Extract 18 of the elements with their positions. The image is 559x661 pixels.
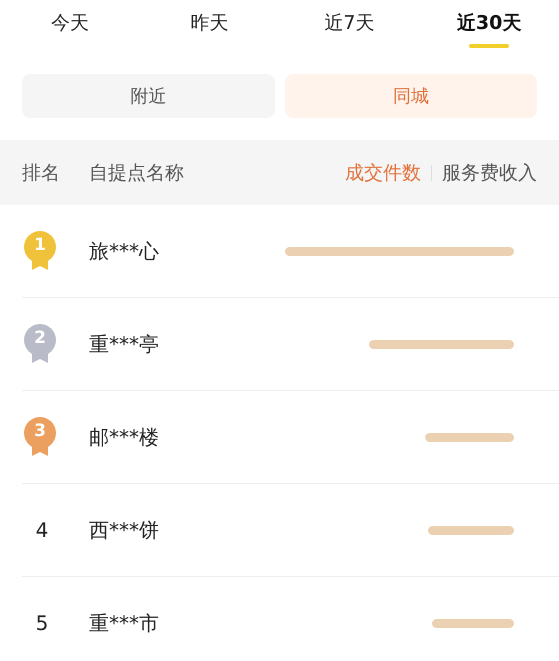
pickup-point-name: 西***饼 (89, 516, 160, 544)
period-tab[interactable]: 今天 (0, 0, 140, 60)
rank-number: 5 (34, 611, 50, 635)
column-header: 自提点名称 (89, 160, 185, 186)
period-tab[interactable]: 近7天 (280, 0, 420, 60)
pickup-point-name: 邮***楼 (89, 424, 160, 450)
column-header: 排名 (22, 160, 61, 186)
pickup-point-name: 重***市 (89, 610, 160, 636)
rank-number: 4 (34, 518, 50, 542)
rank-number: 1 (33, 235, 47, 255)
rank-number: 2 (33, 328, 47, 348)
period-tab[interactable]: 近30天 (419, 0, 559, 60)
scope-tab[interactable]: 附近 (22, 74, 274, 118)
period-tab[interactable]: 昨天 (140, 0, 280, 60)
rank-number: 3 (33, 421, 47, 441)
pickup-point-name: 重***亭 (89, 330, 160, 358)
sort-option[interactable]: 服务费收入 (442, 160, 537, 186)
pickup-point-name: 旅***心 (89, 238, 160, 264)
